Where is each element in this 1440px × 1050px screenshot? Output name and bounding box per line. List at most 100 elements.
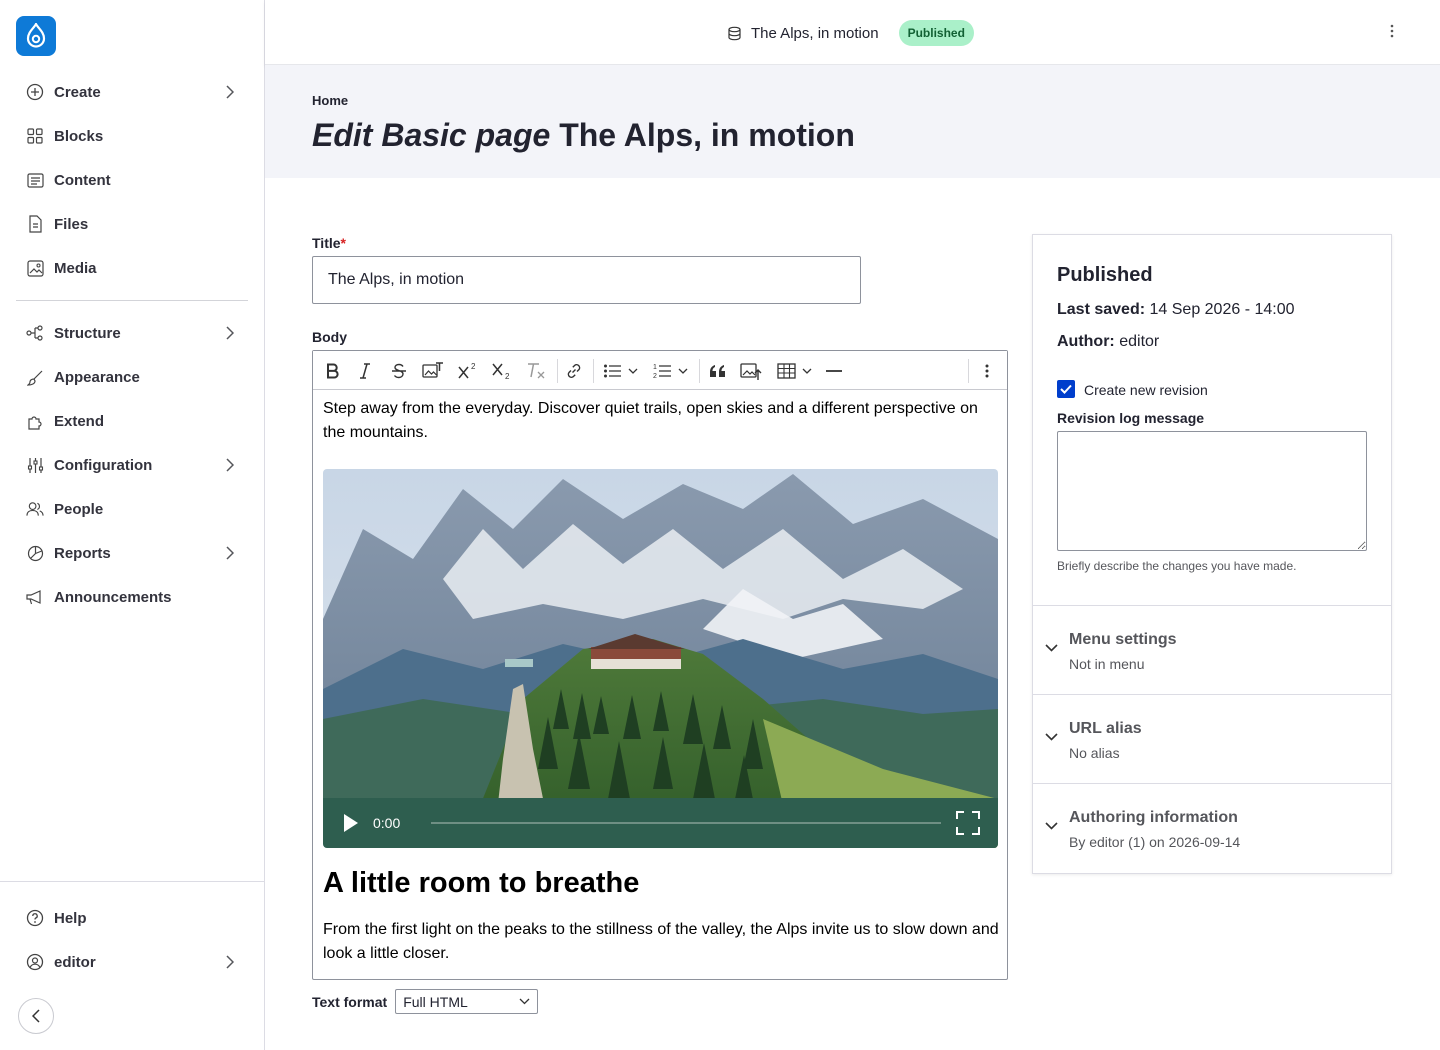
body-editor: 2 2 12 Step away from the everyday. Disc… <box>312 350 1008 980</box>
chevron-right-icon <box>226 955 234 969</box>
publish-status-heading: Published <box>1057 264 1153 286</box>
chevron-down-icon <box>519 998 530 1005</box>
horizontal-line-icon[interactable] <box>823 360 845 382</box>
accordion-authoring-information[interactable]: Authoring information By editor (1) on 2… <box>1033 783 1391 872</box>
insert-image-text-icon[interactable] <box>421 360 445 382</box>
strikethrough-icon[interactable] <box>389 360 409 382</box>
remove-format-icon[interactable] <box>525 360 547 382</box>
last-saved: Last saved: 14 Sep 2026 - 14:00 <box>1057 301 1295 319</box>
more-actions-icon[interactable] <box>1390 23 1394 39</box>
sidebar-item-blocks[interactable]: Blocks <box>16 118 248 154</box>
plus-circle-icon <box>26 83 44 101</box>
toolbar-separator <box>557 359 558 383</box>
megaphone-icon <box>26 588 44 606</box>
blockquote-icon[interactable] <box>707 360 729 382</box>
sidebar-item-people[interactable]: People <box>16 491 248 527</box>
create-revision-checkbox[interactable] <box>1057 380 1075 398</box>
svg-text:2: 2 <box>505 372 510 380</box>
chevron-left-icon <box>32 1009 40 1023</box>
superscript-icon[interactable]: 2 <box>457 360 479 382</box>
sidebar-item-label: Blocks <box>54 127 104 145</box>
fullscreen-icon[interactable] <box>956 811 980 835</box>
body-heading: A little room to breathe <box>323 867 640 899</box>
collapse-sidebar-button[interactable] <box>18 998 54 1034</box>
structure-icon <box>26 324 44 342</box>
sidebar-item-media[interactable]: Media <box>16 250 248 286</box>
more-toolbar-items-icon[interactable] <box>977 360 997 382</box>
text-format-select[interactable]: Full HTML <box>395 989 539 1014</box>
body-label: Body <box>312 329 347 345</box>
brush-icon <box>26 368 44 386</box>
breadcrumb[interactable]: Home <box>312 93 348 108</box>
page-title-prefix: Edit Basic page <box>312 117 551 153</box>
sidebar-item-label: People <box>54 500 104 518</box>
text-format-value: Full HTML <box>403 993 468 1010</box>
drupal-logo-icon[interactable] <box>16 16 56 56</box>
body-outro-paragraph: From the first light on the peaks to the… <box>323 921 999 962</box>
last-saved-label: Last saved: <box>1057 301 1146 318</box>
body-intro-paragraph: Step away from the everyday. Discover qu… <box>323 400 978 441</box>
sidebar-item-label: Announcements <box>54 588 172 606</box>
create-revision-label[interactable]: Create new revision <box>1084 382 1208 398</box>
video-controls: 0:00 <box>323 798 998 848</box>
admin-sidebar: Create Blocks Content Files Media Struct… <box>0 0 265 1050</box>
play-icon[interactable] <box>343 813 359 833</box>
numbered-list-icon[interactable]: 12 <box>651 360 691 382</box>
puzzle-icon <box>26 412 44 430</box>
accordion-title: Menu settings <box>1069 631 1177 648</box>
page-title-name: The Alps, in motion <box>559 117 855 153</box>
sidebar-item-configuration[interactable]: Configuration <box>16 447 248 483</box>
title-label-text: Title <box>312 235 341 251</box>
toolbar-separator <box>593 359 594 383</box>
accordion-menu-settings[interactable]: Menu settings Not in menu <box>1033 605 1391 694</box>
subscript-icon[interactable]: 2 <box>491 360 513 382</box>
link-icon[interactable] <box>563 360 585 382</box>
status-badge: Published <box>898 20 974 46</box>
content-icon <box>26 171 44 189</box>
video-time: 0:00 <box>373 815 401 831</box>
sidebar-item-reports[interactable]: Reports <box>16 535 248 571</box>
author-value: editor <box>1119 333 1160 350</box>
bulleted-list-icon[interactable] <box>601 360 641 382</box>
checkmark-icon <box>1060 384 1072 394</box>
bold-icon[interactable] <box>323 360 343 382</box>
sliders-icon <box>26 456 44 474</box>
sidebar-item-appearance[interactable]: Appearance <box>16 359 248 395</box>
title-input[interactable] <box>312 256 861 304</box>
sidebar-item-extend[interactable]: Extend <box>16 403 248 439</box>
insert-table-icon[interactable] <box>775 360 815 382</box>
required-marker: * <box>340 235 346 251</box>
last-saved-value: 14 Sep 2026 - 14:00 <box>1149 301 1295 318</box>
sidebar-item-structure[interactable]: Structure <box>16 315 248 351</box>
text-format-label: Text format <box>312 993 388 1010</box>
sidebar-item-announcements[interactable]: Announcements <box>16 579 248 615</box>
sidebar-item-content[interactable]: Content <box>16 162 248 198</box>
files-icon <box>26 215 44 233</box>
sidebar-item-label: Appearance <box>54 368 140 386</box>
insert-media-icon[interactable] <box>739 360 763 382</box>
video-progress-track[interactable] <box>431 822 941 824</box>
sidebar-item-label: Create <box>54 83 101 101</box>
svg-text:2: 2 <box>653 373 657 380</box>
people-icon <box>26 500 44 518</box>
svg-text:2: 2 <box>471 362 476 371</box>
editor-toolbar: 2 2 12 <box>313 351 1007 390</box>
accordion-url-alias[interactable]: URL alias No alias <box>1033 694 1391 783</box>
editor-content[interactable]: Step away from the everyday. Discover qu… <box>323 397 999 962</box>
topbar-title: The Alps, in motion <box>751 24 879 42</box>
sidebar-item-help[interactable]: Help <box>16 900 248 936</box>
accordion-title: URL alias <box>1069 720 1142 737</box>
alpine-landscape-image <box>323 469 998 848</box>
revision-log-textarea[interactable] <box>1057 431 1367 551</box>
sidebar-item-create[interactable]: Create <box>16 74 248 110</box>
sidebar-item-user[interactable]: editor <box>16 944 248 980</box>
sidebar-footer-divider <box>0 881 264 882</box>
blocks-icon <box>26 127 44 145</box>
author-label: Author: <box>1057 333 1115 350</box>
revision-log-help: Briefly describe the changes you have ma… <box>1057 559 1297 573</box>
sidebar-item-files[interactable]: Files <box>16 206 248 242</box>
page-title: Edit Basic page The Alps, in motion <box>312 117 855 154</box>
italic-icon[interactable] <box>355 360 375 382</box>
chevron-right-icon <box>226 458 234 472</box>
video-player[interactable]: 0:00 <box>323 469 998 848</box>
